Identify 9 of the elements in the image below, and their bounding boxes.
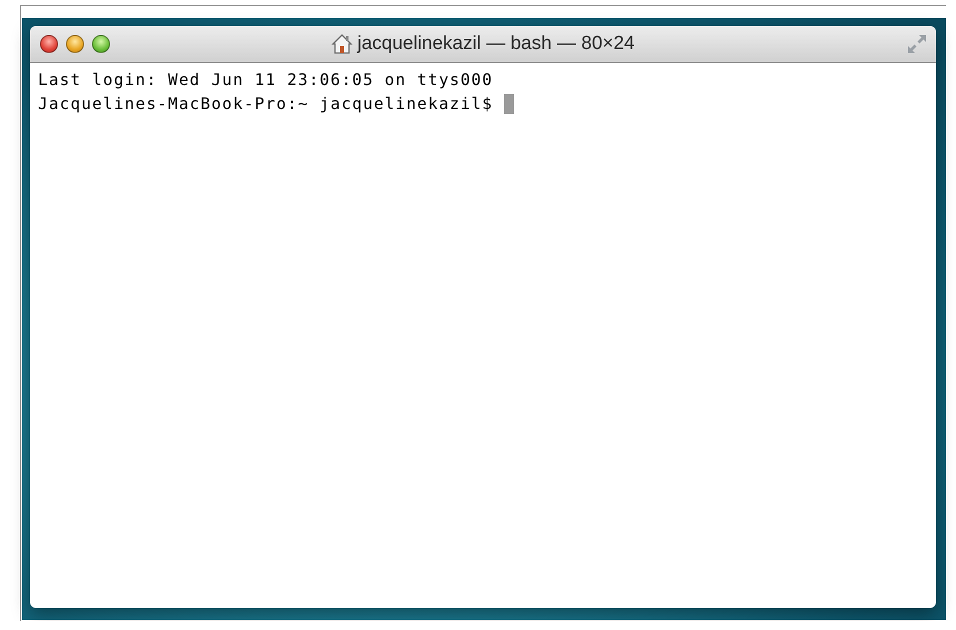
- terminal-output[interactable]: Last login: Wed Jun 11 23:06:05 on ttys000 Jacquelines-MacBook-Pro:~ jacquelinekazil$: [30, 63, 936, 608]
- text-cursor: [504, 94, 514, 114]
- close-button[interactable]: [40, 35, 58, 53]
- terminal-line: Jacquelines-MacBook-Pro:~ jacquelinekazil$: [38, 93, 494, 115]
- zoom-button[interactable]: [92, 35, 110, 53]
- house-icon: [331, 33, 354, 55]
- window-title: jacquelinekazil — bash — 80×24: [357, 33, 635, 55]
- terminal-line: Last login: Wed Jun 11 23:06:05 on ttys000: [38, 69, 493, 91]
- minimize-button[interactable]: [66, 35, 84, 53]
